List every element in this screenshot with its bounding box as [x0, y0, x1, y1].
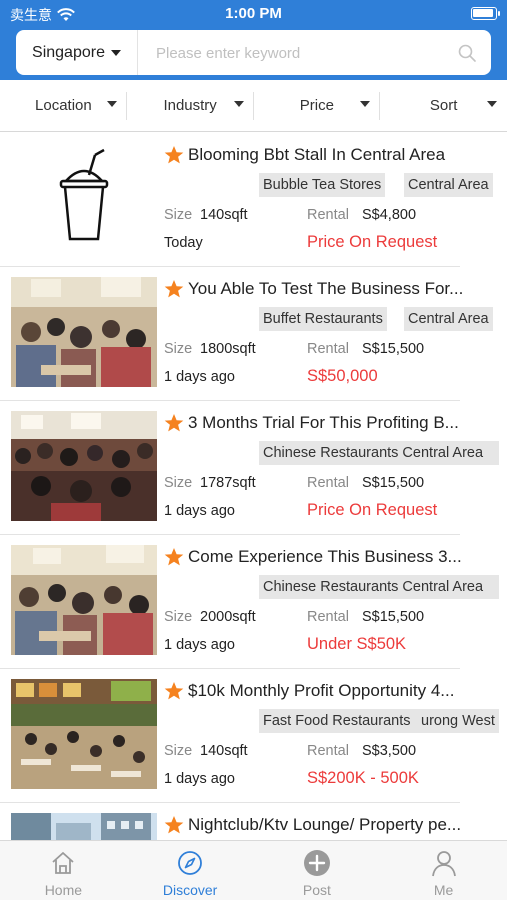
listing-title: Blooming Bbt Stall In Central Area	[188, 145, 446, 164]
listing-item[interactable]: Nightclub/Ktv Lounge/ Property pe...	[0, 803, 507, 840]
header-bar: 卖生意 1:00 PM Singapore	[0, 0, 507, 80]
star-icon	[164, 146, 184, 164]
listing-title: Nightclub/Ktv Lounge/ Property pe...	[188, 815, 462, 834]
filter-location[interactable]: Location	[0, 80, 127, 131]
tab-discover[interactable]: Discover	[127, 841, 254, 900]
rental-label: Rental	[307, 475, 349, 491]
dropdown-arrow-icon	[360, 101, 371, 107]
city-selector[interactable]: Singapore	[16, 30, 138, 75]
category-tag: Fast Food Restaurants	[259, 709, 419, 733]
size-label: Size	[164, 207, 193, 223]
post-date: 1 days ago	[164, 637, 235, 653]
star-icon	[164, 816, 184, 834]
size-label: Size	[164, 743, 193, 759]
size-label: Size	[164, 341, 193, 357]
post-date: 1 days ago	[164, 503, 235, 519]
tab-bar: Home Discover Post Me	[0, 840, 507, 900]
tab-me[interactable]: Me	[380, 841, 507, 900]
rental-value: S$4,800	[362, 207, 417, 223]
listing-item[interactable]: $10k Monthly Profit Opportunity 4... Fas…	[0, 669, 507, 803]
listing-item[interactable]: Come Experience This Business 3... Chine…	[0, 535, 507, 669]
listing-item[interactable]: Blooming Bbt Stall In Central Area Bubbl…	[0, 133, 507, 267]
battery-icon	[471, 7, 500, 20]
post-date: 1 days ago	[164, 771, 235, 787]
tab-label: Post	[302, 882, 331, 898]
size-value: 140sqft	[200, 207, 248, 223]
plus-circle-icon	[303, 850, 330, 876]
search-bar: Singapore	[16, 30, 491, 75]
listing-title: Come Experience This Business 3...	[188, 547, 462, 566]
food-court-photo	[11, 679, 157, 789]
star-icon	[164, 280, 184, 298]
filter-label: Location	[35, 97, 92, 114]
area-tag: urong West	[417, 709, 499, 733]
tab-label: Discover	[162, 882, 218, 898]
listing-title: $10k Monthly Profit Opportunity 4...	[188, 681, 455, 700]
price-value: Price On Request	[307, 233, 438, 251]
status-bar: 卖生意 1:00 PM	[0, 0, 507, 28]
rental-value: S$3,500	[362, 743, 417, 759]
rental-value: S$15,500	[362, 341, 425, 357]
rental-label: Rental	[307, 609, 349, 625]
listing-title: 3 Months Trial For This Profiting B...	[188, 413, 459, 432]
compass-icon	[178, 851, 203, 875]
tab-home[interactable]: Home	[0, 841, 127, 900]
search-icon[interactable]	[457, 43, 477, 63]
category-tag: Chinese Restaurants Central Area	[259, 441, 499, 465]
category-tag: Chinese Restaurants Central Area	[259, 575, 499, 599]
rental-label: Rental	[307, 743, 349, 759]
filter-label: Sort	[429, 97, 458, 114]
dropdown-arrow-icon	[233, 101, 244, 107]
filter-label: Industry	[163, 97, 217, 114]
price-value: Under S$50K	[307, 635, 407, 653]
size-value: 140sqft	[200, 743, 248, 759]
price-value: S$200K - 500K	[307, 769, 419, 787]
filter-industry[interactable]: Industry	[127, 80, 254, 131]
rental-label: Rental	[307, 341, 349, 357]
listing-item[interactable]: You Able To Test The Business For... Buf…	[0, 267, 507, 401]
area-tag: Central Area	[404, 173, 493, 197]
size-value: 1800sqft	[200, 341, 256, 357]
tab-post[interactable]: Post	[254, 841, 381, 900]
filter-label: Price	[299, 97, 334, 114]
area-tag: Central Area	[404, 307, 493, 331]
building-photo	[11, 813, 157, 840]
caret-down-icon	[110, 49, 121, 56]
dropdown-arrow-icon	[106, 101, 117, 107]
filter-bar: Location Industry Price Sort	[0, 80, 507, 132]
home-icon	[52, 852, 74, 874]
post-date: 1 days ago	[164, 369, 235, 385]
dropdown-arrow-icon	[487, 101, 497, 107]
person-icon	[431, 851, 456, 877]
filter-price[interactable]: Price	[254, 80, 381, 131]
restaurant-photo	[11, 545, 157, 655]
star-icon	[164, 548, 184, 566]
rental-label: Rental	[307, 207, 349, 223]
price-value: S$50,000	[307, 367, 378, 385]
listing-item[interactable]: 3 Months Trial For This Profiting B... C…	[0, 401, 507, 535]
rental-value: S$15,500	[362, 475, 425, 491]
listing-list: Blooming Bbt Stall In Central Area Bubbl…	[0, 133, 507, 840]
tab-label: Me	[433, 882, 454, 898]
status-time: 1:00 PM	[225, 5, 282, 22]
size-label: Size	[164, 475, 193, 491]
size-label: Size	[164, 609, 193, 625]
tab-label: Home	[44, 882, 83, 898]
restaurant-photo	[11, 411, 157, 521]
search-input[interactable]	[156, 42, 446, 64]
bubble-tea-icon	[11, 143, 157, 253]
post-date: Today	[164, 235, 203, 251]
star-icon	[164, 682, 184, 700]
category-tag: Bubble Tea Stores	[259, 173, 386, 197]
category-tag: Buffet Restaurants	[259, 307, 387, 331]
filter-sort[interactable]: Sort	[380, 80, 507, 131]
star-icon	[164, 414, 184, 432]
size-value: 1787sqft	[200, 475, 256, 491]
rental-value: S$15,500	[362, 609, 425, 625]
restaurant-photo	[11, 277, 157, 387]
listing-title: You Able To Test The Business For...	[188, 279, 464, 298]
size-value: 2000sqft	[200, 609, 256, 625]
price-value: Price On Request	[307, 501, 438, 519]
city-label: Singapore	[32, 43, 105, 61]
